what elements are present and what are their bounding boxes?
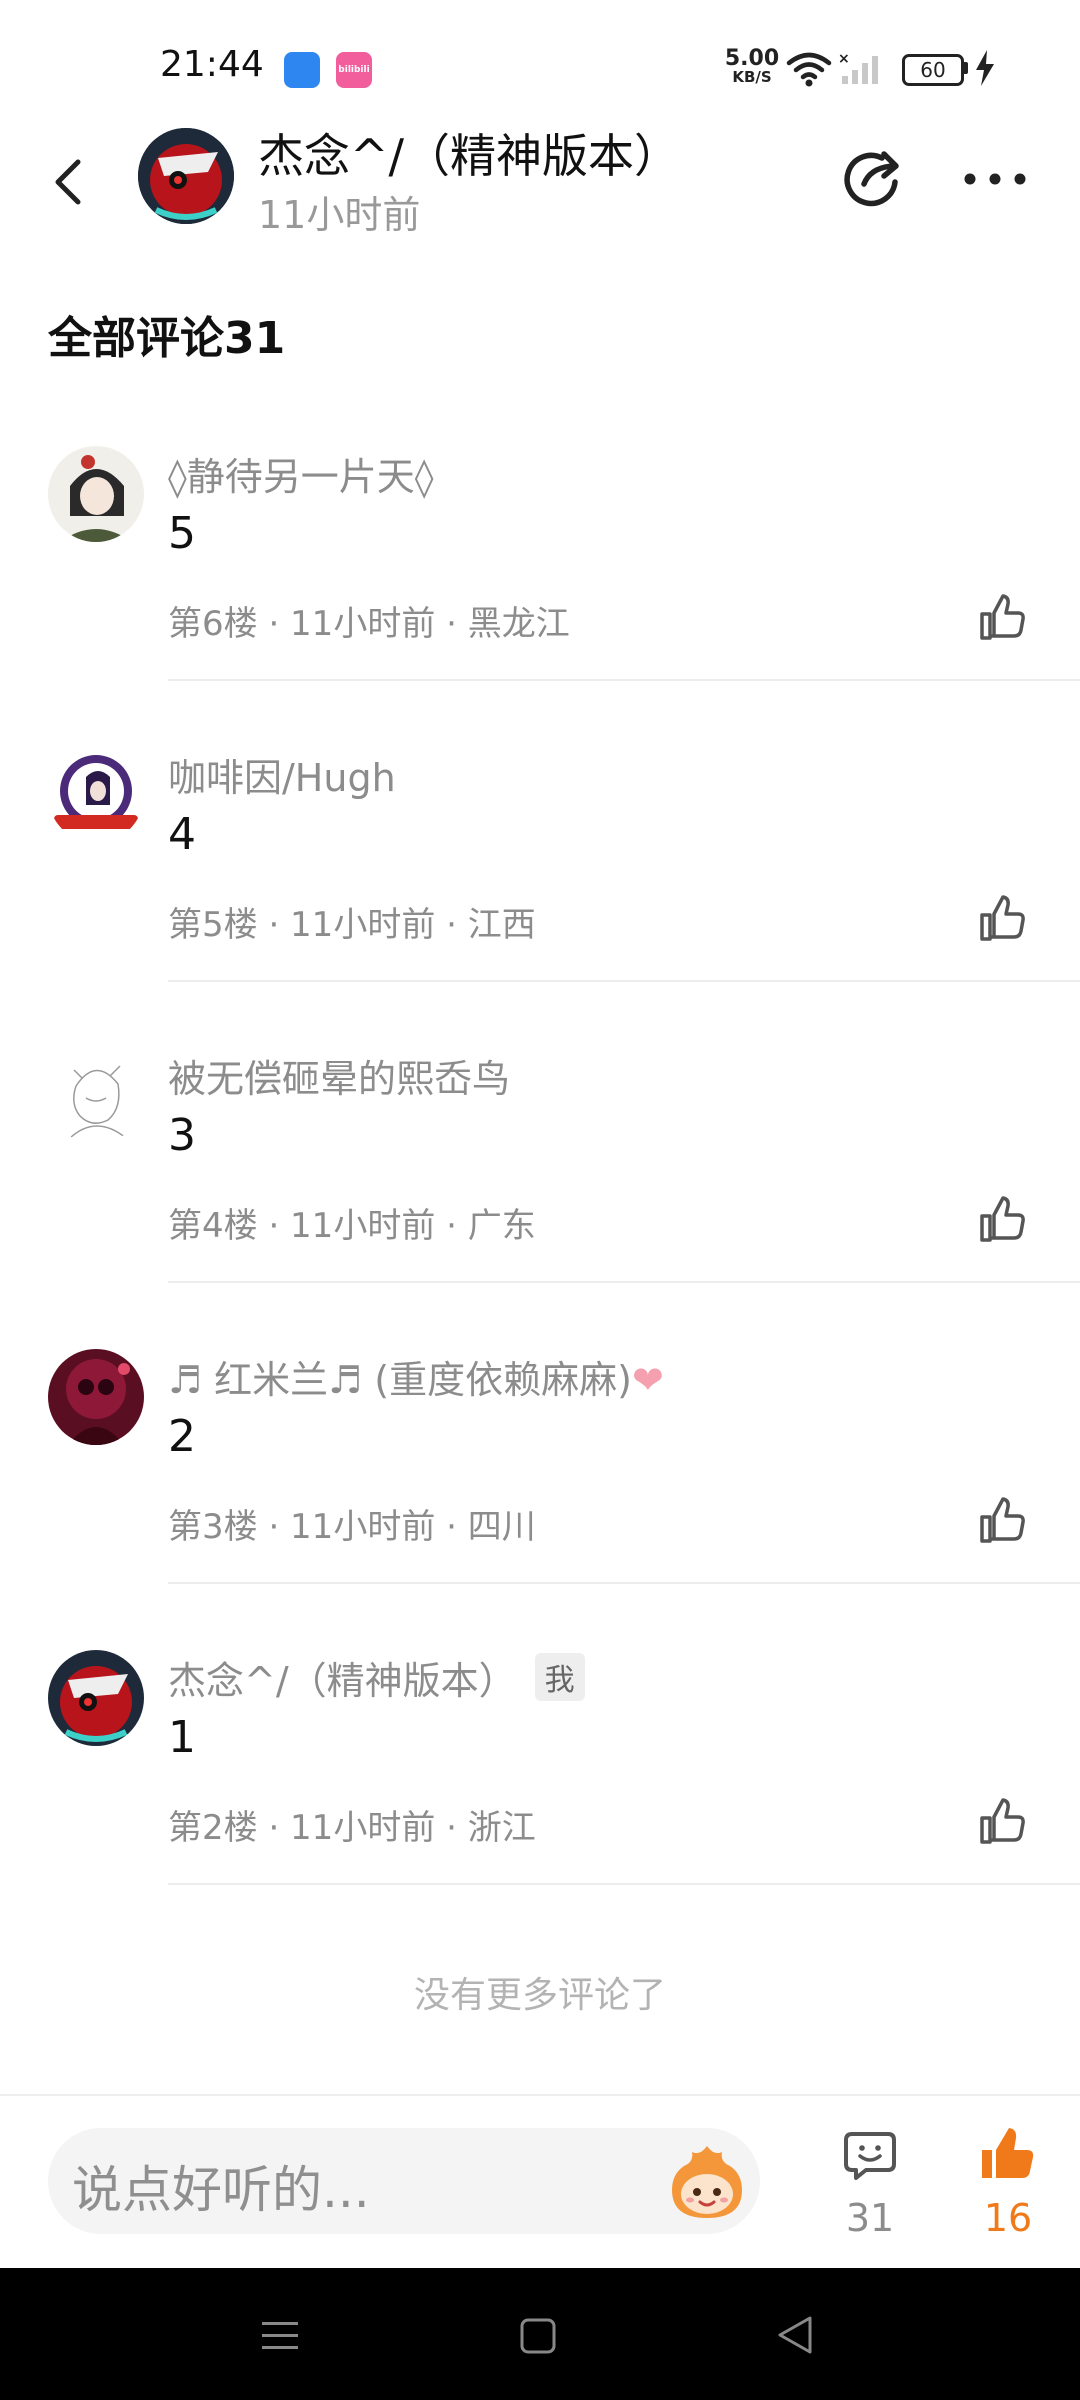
comment-item: ♬ 红米兰♬ (重度依赖麻麻)❤ 2 第3楼 · 11小时前 · 四川 <box>0 1349 1080 1650</box>
comments-count-button[interactable]: 31 <box>830 2124 910 2254</box>
charging-icon <box>976 50 994 86</box>
status-bar: 21:44 bilibili 5.00 KB/S × 60 <box>0 0 1080 130</box>
comments-count: 31 <box>845 2196 895 2240</box>
home-icon[interactable] <box>518 2316 558 2356</box>
commenter-avatar[interactable] <box>48 1650 144 1746</box>
thumbs-up-filled-icon <box>982 2128 1034 2178</box>
commenter-name[interactable]: ♬ 红米兰♬ (重度依赖麻麻)❤ <box>168 1349 664 1404</box>
bottom-bar-divider <box>0 2094 1080 2096</box>
comments-section-title: 全部评论31 <box>48 313 286 364</box>
bilibili-app-icon: bilibili <box>336 52 372 88</box>
commenter-name-text: ♬ 红米兰♬ (重度依赖麻麻) <box>168 1358 632 1402</box>
commenter-avatar[interactable] <box>48 747 144 843</box>
comment-text: 2 <box>168 1411 196 1462</box>
commenter-avatar[interactable] <box>48 1349 144 1445</box>
likes-count-button[interactable]: 16 <box>968 2124 1048 2254</box>
thumbs-up-icon[interactable] <box>976 1495 1028 1547</box>
comment-divider <box>168 1883 1080 1885</box>
comment-meta: 第2楼 · 11小时前 · 浙江 <box>168 1808 536 1848</box>
comment-text: 4 <box>168 809 196 860</box>
chat-bubble-icon <box>844 2132 896 2180</box>
thumbs-up-icon[interactable] <box>976 592 1028 644</box>
network-speed: 5.00 KB/S <box>722 48 782 85</box>
comment-divider <box>168 1281 1080 1283</box>
comment-text: 1 <box>168 1712 196 1763</box>
system-navigation-bar <box>0 2268 1080 2400</box>
status-time: 21:44 <box>160 44 264 85</box>
back-triangle-icon[interactable] <box>774 2314 816 2356</box>
author-avatar[interactable] <box>138 128 234 224</box>
comment-item: ◊静待另一片天◊ 5 第6楼 · 11小时前 · 黑龙江 <box>0 446 1080 747</box>
battery-level: 60 <box>902 54 964 86</box>
comment-divider <box>168 1582 1080 1584</box>
comment-item: 咖啡因/Hugh 4 第5楼 · 11小时前 · 江西 <box>0 747 1080 1048</box>
comment-meta: 第3楼 · 11小时前 · 四川 <box>168 1507 536 1547</box>
comment-input-placeholder: 说点好听的... <box>72 2161 370 2219</box>
commenter-name[interactable]: 咖啡因/Hugh <box>168 747 396 802</box>
comment-meta: 第4楼 · 11小时前 · 广东 <box>168 1206 536 1246</box>
thumbs-up-icon[interactable] <box>976 893 1028 945</box>
no-more-comments-text: 没有更多评论了 <box>413 1975 666 2016</box>
commenter-name[interactable]: 杰念^/（精神版本） 我 <box>168 1650 585 1705</box>
comment-divider <box>168 679 1080 681</box>
notification-app-icon <box>284 52 320 88</box>
comment-divider <box>168 980 1080 982</box>
post-header: 杰念^/（精神版本） 11小时前 <box>0 120 1080 250</box>
svg-text:×: × <box>838 52 850 67</box>
thumbs-up-icon[interactable] <box>976 1194 1028 1246</box>
network-speed-unit: KB/S <box>732 68 772 86</box>
comment-text: 3 <box>168 1110 196 1161</box>
emoji-face-icon[interactable] <box>664 2140 750 2224</box>
post-time: 11小时前 <box>258 193 421 237</box>
back-button[interactable] <box>40 152 100 212</box>
battery-tip <box>964 62 968 74</box>
menu-icon[interactable] <box>260 2318 300 2354</box>
comment-item: 杰念^/（精神版本） 我 1 第2楼 · 11小时前 · 浙江 <box>0 1650 1080 1951</box>
comment-text: 5 <box>168 508 196 559</box>
more-options-button[interactable] <box>960 156 1030 202</box>
commenter-avatar[interactable] <box>48 446 144 542</box>
wifi-icon <box>786 52 832 87</box>
me-badge: 我 <box>534 1653 585 1701</box>
commenter-name-text: 杰念^/（精神版本） <box>168 1659 517 1703</box>
network-speed-value: 5.00 <box>724 46 780 71</box>
commenter-name[interactable]: 被无偿砸晕的熙岙鸟 <box>168 1048 510 1103</box>
likes-count: 16 <box>983 2196 1033 2240</box>
heart-icon: ❤ <box>631 1358 664 1402</box>
comment-meta: 第6楼 · 11小时前 · 黑龙江 <box>168 604 570 644</box>
thumbs-up-icon[interactable] <box>976 1796 1028 1848</box>
comment-input[interactable]: 说点好听的... <box>48 2128 760 2234</box>
comment-meta: 第5楼 · 11小时前 · 江西 <box>168 905 536 945</box>
signal-icon: × <box>838 52 878 84</box>
share-button[interactable] <box>840 144 910 214</box>
author-name[interactable]: 杰念^/（精神版本） <box>258 120 680 186</box>
commenter-name[interactable]: ◊静待另一片天◊ <box>168 446 434 501</box>
comment-item: 被无偿砸晕的熙岙鸟 3 第4楼 · 11小时前 · 广东 <box>0 1048 1080 1349</box>
commenter-avatar[interactable] <box>48 1048 144 1144</box>
